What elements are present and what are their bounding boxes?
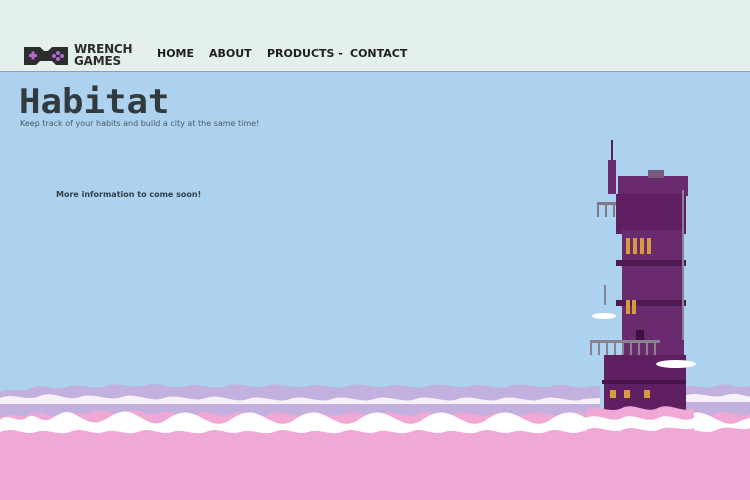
tower xyxy=(590,140,696,415)
nav-home[interactable]: HOME xyxy=(157,47,194,61)
page: WRENCH GAMES HOME ABOUT PRODUCTS - CONTA… xyxy=(0,0,750,500)
hero-illustration xyxy=(0,140,750,500)
nav-products-dropdown[interactable]: PRODUCTS - xyxy=(267,47,343,61)
site-header: WRENCH GAMES HOME ABOUT PRODUCTS - CONTA… xyxy=(0,0,750,72)
nav-about[interactable]: ABOUT xyxy=(209,47,252,61)
logo[interactable]: WRENCH GAMES xyxy=(22,43,133,69)
logo-text: WRENCH GAMES xyxy=(74,43,133,68)
page-title: Habitat xyxy=(19,82,170,122)
page-subtitle: Keep track of your habits and build a ci… xyxy=(20,119,260,128)
info-text: More information to come soon! xyxy=(56,190,202,199)
logo-line2: GAMES xyxy=(74,54,121,68)
game-controller-icon xyxy=(24,47,68,65)
nav-contact[interactable]: CONTACT xyxy=(350,47,407,61)
